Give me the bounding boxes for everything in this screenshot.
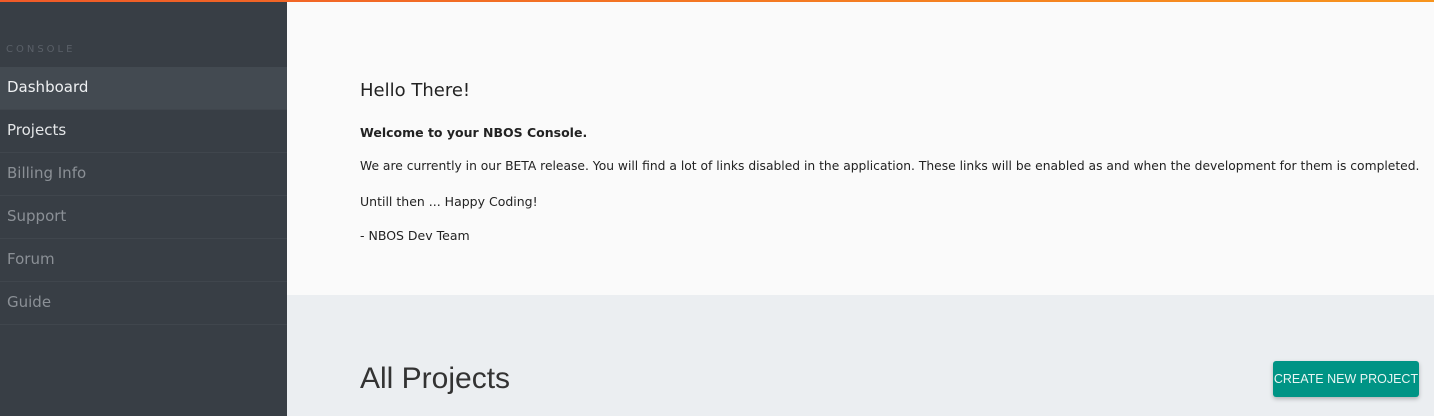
- welcome-text: We are currently in our BETA release. Yo…: [360, 159, 1420, 173]
- welcome-panel: Hello There! Welcome to your NBOS Consol…: [287, 2, 1434, 295]
- sidebar-item-guide[interactable]: Guide: [0, 282, 287, 325]
- welcome-signature: - NBOS Dev Team: [360, 228, 470, 243]
- welcome-title: Hello There!: [360, 80, 471, 101]
- create-new-project-button[interactable]: CREATE NEW PROJECT: [1273, 361, 1419, 397]
- sidebar: CONSOLE Dashboard Projects Billing Info …: [0, 2, 287, 416]
- sidebar-item-projects[interactable]: Projects: [0, 110, 287, 153]
- sidebar-nav: Dashboard Projects Billing Info Support …: [0, 67, 287, 325]
- sidebar-item-forum[interactable]: Forum: [0, 239, 287, 282]
- all-projects-heading: All Projects: [360, 362, 511, 395]
- sidebar-item-billing-info[interactable]: Billing Info: [0, 153, 287, 196]
- sidebar-item-support[interactable]: Support: [0, 196, 287, 239]
- sidebar-item-dashboard[interactable]: Dashboard: [0, 67, 287, 110]
- sidebar-section-label: CONSOLE: [6, 44, 76, 55]
- welcome-bold: Welcome to your NBOS Console.: [360, 125, 588, 140]
- welcome-happy-coding: Untill then ... Happy Coding!: [360, 194, 538, 209]
